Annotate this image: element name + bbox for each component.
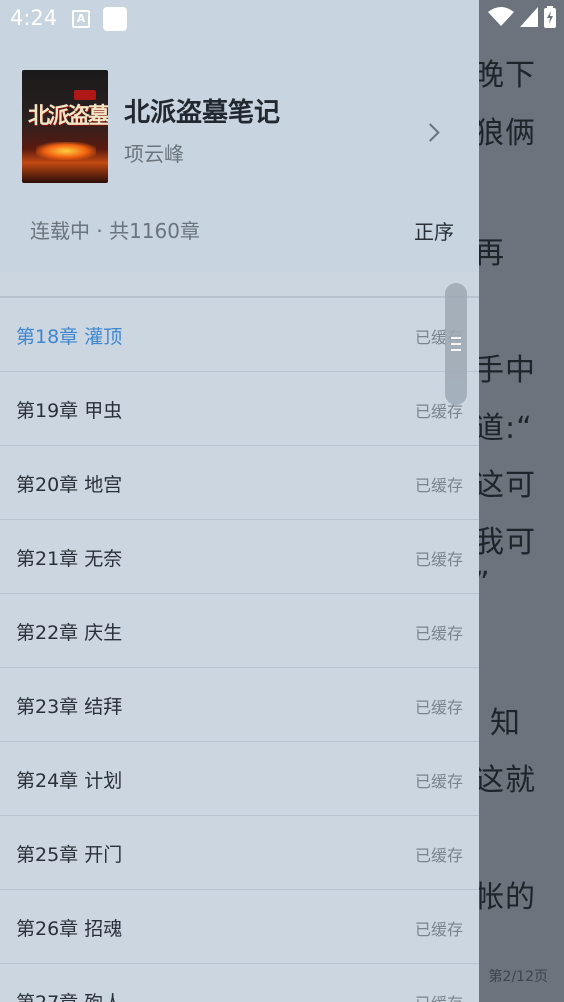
chapter-row[interactable]: 第18章 灌顶 已缓存 [0, 297, 479, 372]
chapter-row[interactable]: 第22章 庆生 已缓存 [0, 593, 479, 668]
cache-status: 已缓存 [415, 990, 463, 1002]
chapter-row[interactable]: 第19章 甲虫 已缓存 [0, 371, 479, 446]
cache-status: 已缓存 [415, 550, 464, 569]
chapter-title: 第27章 殉人 [16, 988, 122, 1002]
chapter-title: 第25章 开门 [16, 844, 123, 866]
cache-status: 已缓存 [415, 920, 464, 939]
reader-text-line: 知 [490, 706, 521, 741]
chapter-title: 第26章 招魂 [16, 918, 123, 940]
status-time: 4:24 [10, 6, 58, 30]
chapter-row[interactable]: 第21章 无奈 已缓存 [0, 519, 479, 594]
reader-text-line: 手中 [474, 353, 536, 388]
cover-fire [36, 142, 96, 160]
chapter-row[interactable]: 第27章 殉人 已缓存 [0, 963, 479, 1002]
book-cover[interactable]: 北派盗墓 [22, 70, 108, 183]
chapter-drawer: 北派盗墓 北派盗墓笔记 项云峰 连载中 · 共1160章 正序 第18章 灌顶 … [0, 0, 479, 1002]
reader-text-line: 道:“ [474, 411, 533, 446]
chevron-right-icon[interactable] [421, 123, 440, 142]
chapter-row[interactable]: 第26章 招魂 已缓存 [0, 889, 479, 964]
notification-a-icon: A [72, 10, 90, 28]
chapter-title: 第21章 无奈 [16, 548, 123, 570]
sort-order-button[interactable]: 正序 [414, 216, 454, 245]
chapter-title: 第23章 结拜 [16, 696, 123, 718]
chapter-title: 第22章 庆生 [16, 622, 123, 644]
chapter-row[interactable]: 第25章 开门 已缓存 [0, 815, 479, 890]
page-indicator: 第2/12页 [488, 969, 548, 985]
grip-line [451, 349, 461, 351]
wifi-icon [488, 7, 514, 26]
reader-text-line: 这可 [474, 468, 536, 503]
grip-line [451, 343, 461, 345]
cache-status: 已缓存 [415, 772, 464, 791]
fast-scroll-handle[interactable] [445, 283, 467, 405]
book-author: 项云峰 [124, 142, 184, 166]
cover-title: 北派盗墓 [28, 103, 108, 129]
book-info-header[interactable]: 北派盗墓 北派盗墓笔记 项云峰 连载中 · 共1160章 正序 [0, 0, 479, 272]
cache-status: 已缓存 [415, 624, 464, 643]
battery-icon [544, 6, 556, 28]
book-status: 连载中 · 共1160章 [30, 219, 200, 243]
chapter-title: 第20章 地宫 [16, 474, 123, 496]
reader-text-line: 晚下 [474, 58, 536, 93]
grip-line [451, 337, 461, 339]
cache-status: 已缓存 [415, 846, 464, 865]
reader-text-line: 帐的 [474, 880, 536, 915]
chapter-title: 第19章 甲虫 [16, 400, 123, 422]
chapter-title: 第24章 计划 [16, 770, 123, 792]
cache-status: 已缓存 [415, 476, 464, 495]
signal-icon [520, 7, 538, 27]
notification-square-icon [103, 7, 127, 31]
cache-status: 已缓存 [415, 698, 464, 717]
book-title: 北派盗墓笔记 [124, 98, 281, 128]
reader-text-line: 我可 [474, 525, 536, 560]
reader-text-line: 狼俩 [474, 116, 536, 151]
chapter-title: 第18章 灌顶 [16, 326, 123, 348]
reader-text-line: 这就 [474, 763, 536, 798]
chapter-row[interactable]: 第20章 地宫 已缓存 [0, 445, 479, 520]
chapter-row[interactable]: 第24章 计划 已缓存 [0, 741, 479, 816]
chapter-row[interactable]: 第23章 结拜 已缓存 [0, 667, 479, 742]
status-bar: 4:24 A [0, 0, 564, 38]
chapter-list[interactable]: 第18章 灌顶 已缓存 第19章 甲虫 已缓存 第20章 地宫 已缓存 第21章… [0, 272, 479, 1002]
